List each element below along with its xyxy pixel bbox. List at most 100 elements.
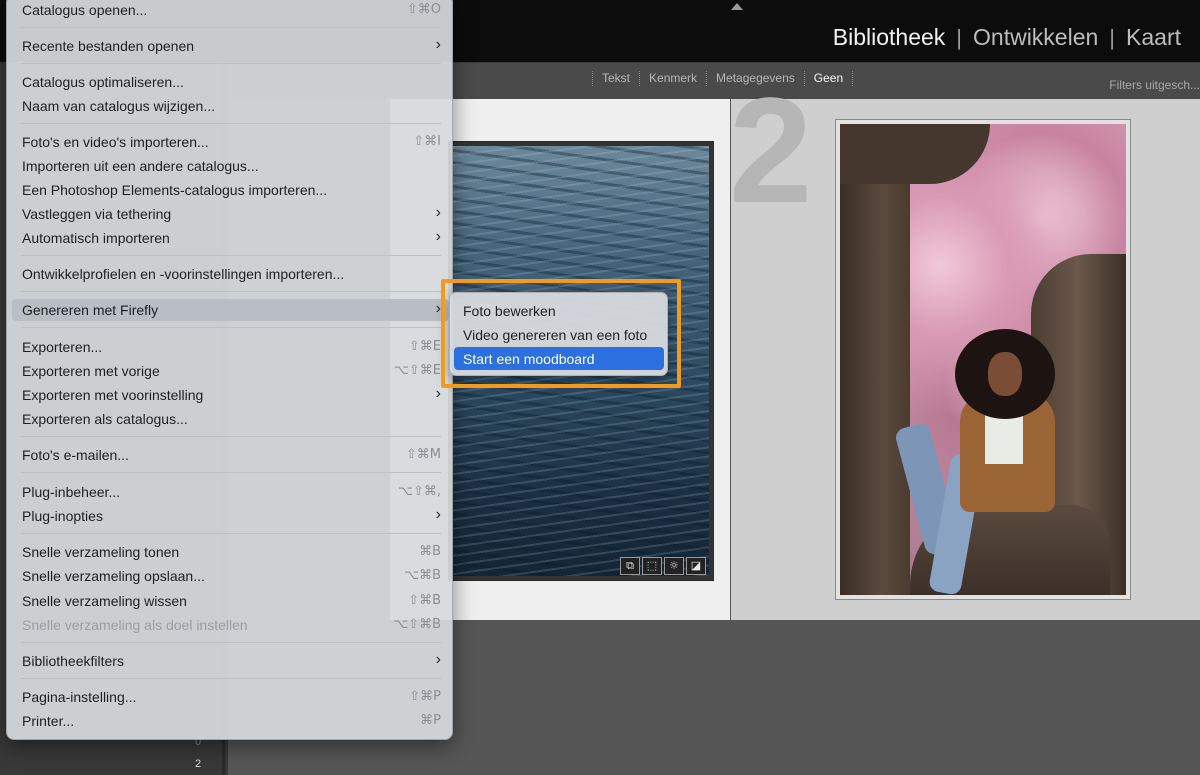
filter-tab-attribute[interactable]: Kenmerk bbox=[639, 71, 706, 86]
person-face bbox=[988, 352, 1022, 396]
cell-index-number: 2 bbox=[729, 66, 813, 234]
menu-item-clear-quick-collection[interactable]: Snelle verzameling wissen ⇧⌘B bbox=[12, 590, 449, 612]
filter-tabs: Tekst Kenmerk Metagegevens Geen bbox=[592, 71, 854, 86]
menu-item-export-catalog[interactable]: Exporteren als catalogus... bbox=[12, 408, 449, 430]
menu-item-label: Catalogus optimaliseren... bbox=[22, 74, 184, 90]
menu-shortcut: ⇧⌘M bbox=[405, 447, 441, 462]
menu-item-label: Exporteren met voorinstelling bbox=[22, 387, 204, 403]
menu-separator bbox=[21, 533, 441, 534]
chevron-right-icon: › bbox=[435, 506, 441, 523]
menu-item-open-catalog[interactable]: Catalogus openen... ⇧⌘O bbox=[12, 0, 449, 21]
menu-separator bbox=[21, 63, 441, 64]
menu-item-export-preset[interactable]: Exporteren met voorinstelling › bbox=[12, 384, 449, 406]
menu-item-label: Snelle verzameling opslaan... bbox=[22, 568, 205, 584]
menu-shortcut: ⇧⌘O bbox=[406, 2, 441, 17]
menu-item-auto-import[interactable]: Automatisch importeren › bbox=[12, 227, 449, 249]
menu-item-label: Ontwikkelprofielen en -voorinstellingen … bbox=[22, 266, 345, 282]
menu-item-label: Plug-inopties bbox=[22, 508, 103, 524]
menu-item-page-setup[interactable]: Pagina-instelling... ⇧⌘P bbox=[12, 686, 449, 708]
menu-item-export[interactable]: Exporteren... ⇧⌘E bbox=[12, 336, 449, 358]
menu-item-save-quick-collection[interactable]: Snelle verzameling opslaan... ⌥⌘B bbox=[12, 565, 449, 587]
menu-shortcut: ⇧⌘P bbox=[409, 689, 441, 704]
menu-shortcut: ⌥⇧⌘E bbox=[393, 363, 441, 378]
menu-item-label: Foto's e-mailen... bbox=[22, 447, 129, 463]
menu-item-label: Snelle verzameling tonen bbox=[22, 544, 180, 560]
menu-shortcut: ⇧⌘E bbox=[408, 339, 441, 354]
virtual-copy-icon[interactable]: ⧉ bbox=[620, 557, 640, 575]
menu-item-generate-firefly[interactable]: Genereren met Firefly › bbox=[12, 299, 449, 321]
module-picker: Bibliotheek | Ontwikkelen | Kaart bbox=[822, 24, 1192, 51]
filter-tab-text[interactable]: Tekst bbox=[592, 71, 639, 86]
chevron-right-icon: › bbox=[435, 385, 441, 402]
menu-item-export-previous[interactable]: Exporteren met vorige ⌥⇧⌘E bbox=[12, 360, 449, 382]
chevron-right-icon: › bbox=[435, 36, 441, 53]
menu-separator bbox=[21, 327, 441, 328]
menu-item-import-other-catalog[interactable]: Importeren uit een andere catalogus... bbox=[12, 155, 449, 177]
menu-shortcut: ⇧⌘I bbox=[413, 134, 441, 149]
crop-icon[interactable]: ⬚ bbox=[642, 557, 662, 575]
menu-item-show-quick-collection[interactable]: Snelle verzameling tonen ⌘B bbox=[12, 541, 449, 563]
file-menu: Catalogus openen... ⇧⌘O Recente bestanden… bbox=[6, 0, 453, 740]
menu-shortcut: ⌥⇧⌘, bbox=[397, 484, 441, 499]
menu-item-label: Naam van catalogus wijzigen... bbox=[22, 98, 215, 114]
menu-item-library-filters[interactable]: Bibliotheekfilters › bbox=[12, 650, 449, 672]
filters-off-toggle[interactable]: Filters uitgesch... bbox=[1109, 78, 1200, 92]
module-library[interactable]: Bibliotheek bbox=[822, 24, 957, 51]
menu-item-import-elements-catalog[interactable]: Een Photoshop Elements-catalogus importe… bbox=[12, 179, 449, 201]
develop-settings-icon[interactable]: ☼ bbox=[664, 557, 684, 575]
chevron-right-icon: › bbox=[435, 228, 441, 245]
module-map[interactable]: Kaart bbox=[1115, 24, 1192, 51]
menu-item-label: Importeren uit een andere catalogus... bbox=[22, 158, 259, 174]
menu-item-printer[interactable]: Printer... ⌘P bbox=[12, 710, 449, 732]
menu-item-label: Exporteren met vorige bbox=[22, 363, 160, 379]
menu-item-label: Genereren met Firefly bbox=[22, 302, 159, 318]
highlight-callout-box bbox=[441, 279, 681, 388]
menu-item-email-photos[interactable]: Foto's e-mailen... ⇧⌘M bbox=[12, 444, 449, 466]
menu-item-plugin-manager[interactable]: Plug-inbeheer... ⌥⇧⌘, bbox=[12, 481, 449, 503]
menu-item-import-profiles[interactable]: Ontwikkelprofielen en -voorinstellingen … bbox=[12, 263, 449, 285]
menu-shortcut: ⌥⇧⌘B bbox=[393, 617, 441, 632]
menu-shortcut: ⌘B bbox=[419, 544, 441, 559]
thumbnail-portrait[interactable] bbox=[835, 119, 1131, 600]
menu-item-optimize-catalog[interactable]: Catalogus optimaliseren... bbox=[12, 71, 449, 93]
menu-shortcut: ⌘P bbox=[420, 713, 441, 728]
menu-item-plugin-options[interactable]: Plug-inopties › bbox=[12, 505, 449, 527]
menu-item-label: Een Photoshop Elements-catalogus importe… bbox=[22, 182, 328, 198]
menu-separator bbox=[21, 678, 441, 679]
menu-separator bbox=[21, 436, 441, 437]
menu-shortcut: ⌥⌘B bbox=[404, 568, 441, 583]
menu-item-label: Plug-inbeheer... bbox=[22, 484, 121, 500]
menu-item-label: Catalogus openen... bbox=[22, 2, 148, 18]
menu-separator bbox=[21, 27, 441, 28]
menu-separator bbox=[21, 123, 441, 124]
menu-item-label: Exporteren... bbox=[22, 339, 103, 355]
menu-item-import-photos[interactable]: Foto's en video's importeren... ⇧⌘I bbox=[12, 131, 449, 153]
menu-separator bbox=[21, 255, 441, 256]
menu-item-recent-files[interactable]: Recente bestanden openen › bbox=[12, 35, 449, 57]
menu-item-label: Snelle verzameling als doel instellen bbox=[22, 617, 248, 633]
menu-item-label: Foto's en video's importeren... bbox=[22, 134, 209, 150]
menu-separator bbox=[21, 472, 441, 473]
edited-icon[interactable]: ◪ bbox=[686, 557, 706, 575]
menu-item-label: Vastleggen via tethering bbox=[22, 206, 172, 222]
module-develop[interactable]: Ontwikkelen bbox=[962, 24, 1109, 51]
menu-item-label: Printer... bbox=[22, 713, 75, 729]
menu-item-label: Automatisch importeren bbox=[22, 230, 170, 246]
chevron-right-icon: › bbox=[435, 651, 441, 668]
portrait-photo bbox=[840, 124, 1126, 595]
menu-shortcut: ⇧⌘B bbox=[408, 593, 441, 608]
menu-item-label: Pagina-instelling... bbox=[22, 689, 137, 705]
thumbnail-badges: ⧉ ⬚ ☼ ◪ bbox=[620, 557, 706, 575]
menu-item-rename-catalog[interactable]: Naam van catalogus wijzigen... bbox=[12, 95, 449, 117]
tree-branch bbox=[840, 124, 990, 184]
menu-item-set-quick-collection-target: Snelle verzameling als doel instellen ⌥⇧⌘… bbox=[12, 614, 449, 636]
collapse-top-panel-icon[interactable] bbox=[731, 3, 743, 10]
menu-separator bbox=[21, 291, 441, 292]
menu-item-label: Bibliotheekfilters bbox=[22, 653, 124, 669]
menu-item-label: Recente bestanden openen bbox=[22, 38, 195, 54]
menu-item-label: Snelle verzameling wissen bbox=[22, 593, 187, 609]
chevron-right-icon: › bbox=[435, 204, 441, 221]
menu-separator bbox=[21, 642, 441, 643]
collection-count: 2 bbox=[195, 758, 202, 770]
menu-item-tethered-capture[interactable]: Vastleggen via tethering › bbox=[12, 203, 449, 225]
